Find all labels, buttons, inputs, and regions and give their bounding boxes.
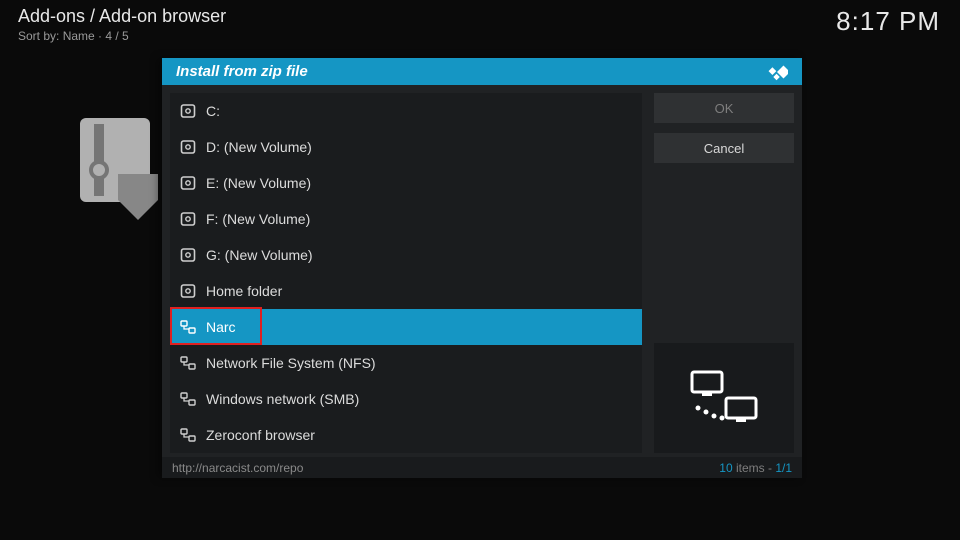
breadcrumb: Add-ons / Add-on browser — [18, 6, 942, 27]
dialog-side-column: OK Cancel — [654, 93, 794, 453]
list-item[interactable]: Windows network (SMB) — [170, 381, 642, 417]
list-item-label: F: (New Volume) — [206, 211, 310, 227]
clock: 8:17 PM — [836, 6, 940, 37]
list-item-label: Windows network (SMB) — [206, 391, 359, 407]
list-item-label: Network File System (NFS) — [206, 355, 376, 371]
list-item-label: C: — [206, 103, 220, 119]
list-item[interactable]: Home folder — [170, 273, 642, 309]
list-item-label: Home folder — [206, 283, 282, 299]
footer-path: http://narcacist.com/repo — [172, 461, 303, 475]
list-item-label: Narc — [206, 319, 236, 335]
dialog-header: Install from zip file — [162, 58, 802, 85]
list-item-label: E: (New Volume) — [206, 175, 311, 191]
list-item-label: G: (New Volume) — [206, 247, 313, 263]
kodi-logo-icon — [766, 61, 788, 83]
footer-count: 10 items - 1/1 — [719, 461, 792, 475]
list-item[interactable]: G: (New Volume) — [170, 237, 642, 273]
list-item[interactable]: F: (New Volume) — [170, 201, 642, 237]
top-bar: Add-ons / Add-on browser Sort by: Name ·… — [0, 0, 960, 48]
sort-line: Sort by: Name · 4 / 5 — [18, 29, 942, 43]
list-item[interactable]: D: (New Volume) — [170, 129, 642, 165]
cancel-button[interactable]: Cancel — [654, 133, 794, 163]
dialog-title: Install from zip file — [176, 63, 308, 80]
list-item[interactable]: Narc — [170, 309, 642, 345]
list-item[interactable]: C: — [170, 93, 642, 129]
list-item-label: Zeroconf browser — [206, 427, 315, 443]
list-item[interactable]: Network File System (NFS) — [170, 345, 642, 381]
list-item[interactable]: Zeroconf browser — [170, 417, 642, 453]
ok-button[interactable]: OK — [654, 93, 794, 123]
network-icon — [688, 368, 760, 428]
install-zip-dialog: Install from zip file C: D: (New Volume) E… — [162, 58, 802, 478]
list-item-label: D: (New Volume) — [206, 139, 312, 155]
zip-install-icon — [80, 118, 168, 238]
location-list[interactable]: C: D: (New Volume) E: (New Volume) F: (New … — [170, 93, 642, 453]
list-item[interactable]: E: (New Volume) — [170, 165, 642, 201]
dialog-footer: http://narcacist.com/repo 10 items - 1/1 — [162, 457, 802, 478]
preview-thumbnail — [654, 343, 794, 453]
